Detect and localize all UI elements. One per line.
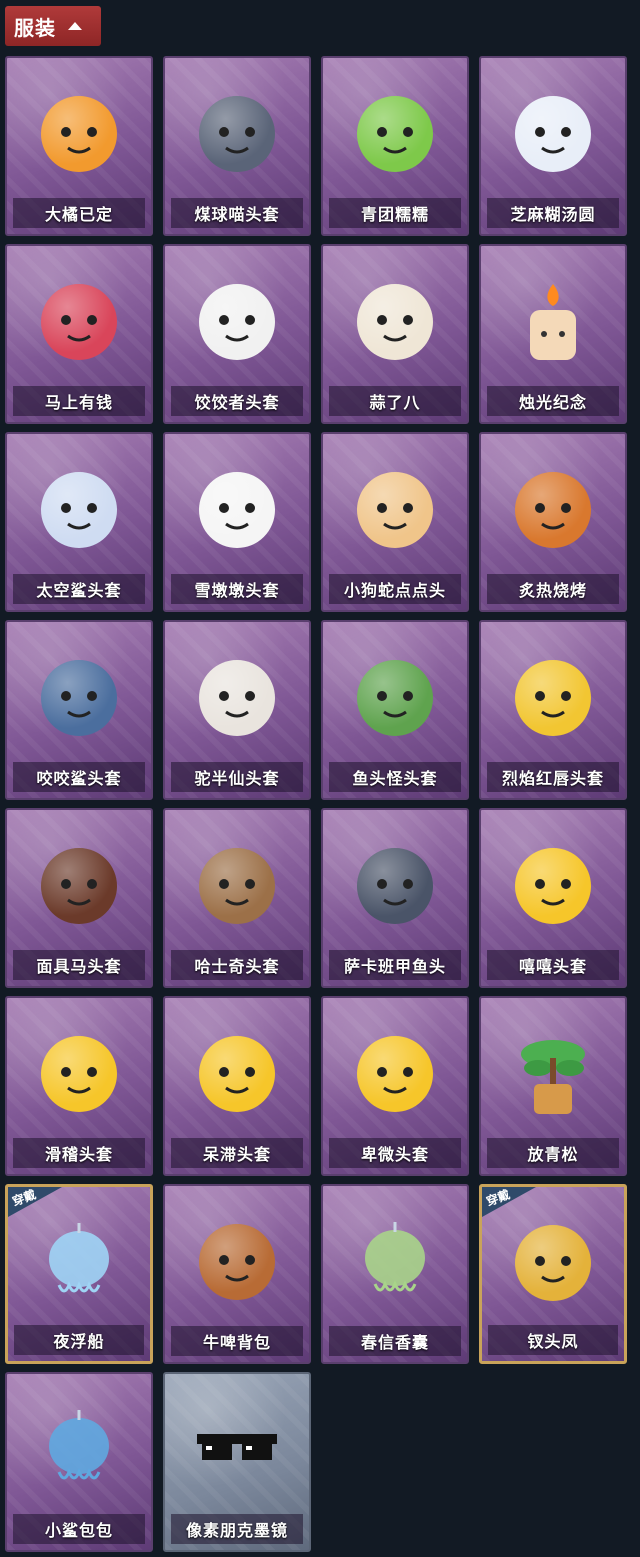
costume-name: 雪墩墩头套	[171, 574, 303, 604]
smirk-emoji-icon	[41, 1036, 117, 1112]
green-rice-ball-icon	[357, 96, 433, 172]
fish-mask-icon	[357, 660, 433, 736]
costume-name: 芝麻糊汤圆	[487, 198, 619, 228]
costume-name: 卑微头套	[329, 1138, 461, 1168]
costume-name: 像素朋克墨镜	[171, 1514, 303, 1544]
costume-card[interactable]: 咬咬鲨头套	[5, 620, 153, 800]
horse-head-icon	[41, 284, 117, 360]
costume-grid: 大橘已定 煤球喵头套 青团糯糯 芝麻糊汤圆马上有钱 饺饺者头套 蒜了八 烛光纪念太空鲨头套雪…	[5, 56, 627, 1552]
garlic-icon	[357, 284, 433, 360]
costume-card[interactable]: 哈士奇头套	[163, 808, 311, 988]
costume-card[interactable]: 卑微头套	[321, 996, 469, 1176]
costume-card[interactable]: 芝麻糊汤圆	[479, 56, 627, 236]
costume-category-tab[interactable]: 服装	[5, 6, 101, 46]
sunglasses-bear-icon	[199, 660, 275, 736]
jellyfish-icon	[49, 1223, 109, 1293]
costume-card[interactable]: 驼半仙头套	[163, 620, 311, 800]
costume-name: 哈士奇头套	[171, 950, 303, 980]
grin-emoji-icon	[515, 848, 591, 924]
costume-card[interactable]: 穿戴 钗头凤	[479, 1184, 627, 1364]
costume-card[interactable]: 烛光纪念	[479, 244, 627, 424]
costume-card[interactable]: 大橘已定	[5, 56, 153, 236]
costume-name: 春信香囊	[329, 1326, 461, 1356]
husky-head-icon	[199, 848, 275, 924]
costume-card[interactable]: 雪墩墩头套	[163, 432, 311, 612]
costume-card[interactable]: 蒜了八	[321, 244, 469, 424]
biting-shark-icon	[41, 660, 117, 736]
snake-dog-icon	[357, 472, 433, 548]
costume-card[interactable]: 萨卡班甲鱼头	[321, 808, 469, 988]
costume-name: 大橘已定	[13, 198, 145, 228]
costume-card[interactable]: 滑稽头套	[5, 996, 153, 1176]
costume-category-label: 服装	[14, 15, 56, 40]
costume-card[interactable]: 面具马头套	[5, 808, 153, 988]
costume-name: 小狗蛇点点头	[329, 574, 461, 604]
costume-name: 饺饺者头套	[171, 386, 303, 416]
snowman-head-icon	[199, 472, 275, 548]
costume-name: 马上有钱	[13, 386, 145, 416]
costume-name: 面具马头套	[13, 950, 145, 980]
costume-name: 滑稽头套	[13, 1138, 145, 1168]
costume-name: 炙热烧烤	[487, 574, 619, 604]
shark-bag-icon	[49, 1410, 109, 1480]
bonsai-pine-icon	[521, 1040, 585, 1114]
costume-name: 青团糯糯	[329, 198, 461, 228]
costume-name: 驼半仙头套	[171, 762, 303, 792]
costume-card[interactable]: 太空鲨头套	[5, 432, 153, 612]
costume-name: 蒜了八	[329, 386, 461, 416]
dumpling-head-icon	[199, 284, 275, 360]
yellow-mask-icon	[515, 660, 591, 736]
candle-icon	[530, 284, 576, 360]
costume-name: 嘻嘻头套	[487, 950, 619, 980]
costume-card[interactable]: 小狗蛇点点头	[321, 432, 469, 612]
beer-cow-backpack-icon	[199, 1224, 275, 1300]
costume-card[interactable]: 饺饺者头套	[163, 244, 311, 424]
costume-name: 呆滞头套	[171, 1138, 303, 1168]
bbq-block-icon	[515, 472, 591, 548]
costume-card[interactable]: 牛啤背包	[163, 1184, 311, 1364]
costume-name: 鱼头怪头套	[329, 762, 461, 792]
space-shark-icon	[41, 472, 117, 548]
phoenix-crown-icon	[515, 1225, 591, 1301]
costume-card[interactable]: 春信香囊	[321, 1184, 469, 1364]
costume-name: 小鲨包包	[13, 1514, 145, 1544]
costume-name: 太空鲨头套	[13, 574, 145, 604]
costume-card[interactable]: 放青松	[479, 996, 627, 1176]
costume-name: 夜浮船	[14, 1325, 144, 1355]
costume-card[interactable]: 马上有钱	[5, 244, 153, 424]
cat-head-icon	[199, 96, 275, 172]
orange-icon	[41, 96, 117, 172]
costume-card[interactable]: 烈焰红唇头套	[479, 620, 627, 800]
costume-card[interactable]: 炙热烧烤	[479, 432, 627, 612]
pixel-sunglasses-icon	[197, 1434, 277, 1460]
costume-name: 牛啤背包	[171, 1326, 303, 1356]
costume-name: 萨卡班甲鱼头	[329, 950, 461, 980]
costume-name: 烈焰红唇头套	[487, 762, 619, 792]
sachet-icon	[365, 1222, 425, 1292]
horse-mask-icon	[41, 848, 117, 924]
fish-head-icon	[357, 848, 433, 924]
chevron-up-icon	[68, 22, 82, 30]
costume-card[interactable]: 煤球喵头套	[163, 56, 311, 236]
blank-emoji-icon	[199, 1036, 275, 1112]
costume-name: 咬咬鲨头套	[13, 762, 145, 792]
costume-card[interactable]: 小鲨包包	[5, 1372, 153, 1552]
costume-card[interactable]: 青团糯糯	[321, 56, 469, 236]
costume-card[interactable]: 鱼头怪头套	[321, 620, 469, 800]
rice-dumpling-icon	[515, 96, 591, 172]
shy-emoji-icon	[357, 1036, 433, 1112]
costume-name: 钗头凤	[488, 1325, 618, 1355]
costume-card[interactable]: 呆滞头套	[163, 996, 311, 1176]
costume-card[interactable]: 穿戴 夜浮船	[5, 1184, 153, 1364]
costume-name: 放青松	[487, 1138, 619, 1168]
costume-card[interactable]: 嘻嘻头套	[479, 808, 627, 988]
costume-card[interactable]: 像素朋克墨镜	[163, 1372, 311, 1552]
costume-name: 烛光纪念	[487, 386, 619, 416]
costume-name: 煤球喵头套	[171, 198, 303, 228]
